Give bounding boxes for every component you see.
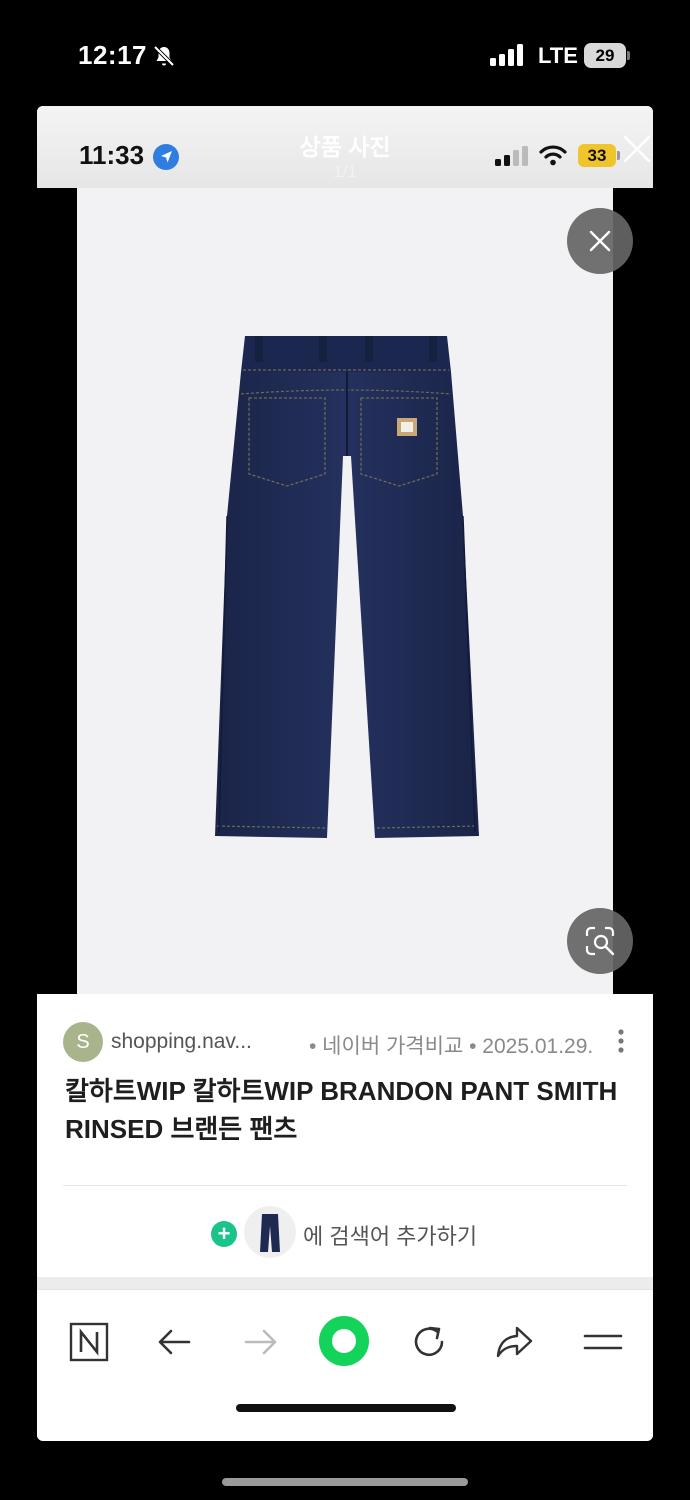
product-thumbnail [244, 1206, 296, 1258]
divider [63, 1185, 627, 1186]
product-image-viewer [37, 188, 653, 994]
close-icon[interactable] [622, 134, 652, 164]
close-icon [589, 230, 611, 252]
add-to-search-label: 에 검색어 추가하기 [303, 1224, 478, 1249]
battery-icon: 29 [584, 43, 630, 68]
viewer-header: 11:33 상품 사진 1/1 33 [37, 106, 653, 188]
signal-icon [495, 146, 528, 166]
battery-level: 29 [584, 43, 626, 68]
outer-status-bar: 12:17 LTE 29 [0, 0, 690, 106]
source-domain[interactable]: shopping.nav... [111, 1030, 252, 1054]
reload-icon[interactable] [407, 1320, 451, 1364]
home-indicator [236, 1404, 456, 1412]
source-favicon: S [63, 1022, 103, 1062]
photo-close-button[interactable] [567, 208, 633, 274]
bell-off-icon [153, 45, 175, 67]
plus-icon: + [211, 1221, 237, 1247]
source-meta: • 네이버 가격비교 • 2025.01.29. [309, 1035, 594, 1058]
green-home-icon[interactable] [319, 1316, 369, 1366]
battery-level: 33 [578, 144, 616, 167]
network-type: LTE [538, 43, 578, 68]
menu-icon[interactable] [581, 1320, 625, 1364]
section-separator [37, 1277, 653, 1289]
battery-icon: 33 [578, 144, 620, 167]
naver-n-icon[interactable] [67, 1320, 111, 1364]
outer-status-time: 12:17 [78, 40, 147, 70]
forward-arrow-icon[interactable] [238, 1320, 282, 1364]
signal-icon [490, 44, 523, 66]
back-arrow-icon[interactable] [153, 1320, 197, 1364]
jeans-photo [215, 336, 479, 838]
share-icon[interactable] [493, 1320, 537, 1364]
wifi-icon [539, 145, 567, 166]
screenshot-card: 11:33 상품 사진 1/1 33 S shopping.nav... • 네… [37, 106, 653, 1441]
visual-search-button[interactable] [567, 908, 633, 974]
add-to-search-button[interactable]: + 에 검색어 추가하기 [37, 1202, 653, 1266]
more-vertical-icon[interactable] [617, 1028, 625, 1054]
browser-toolbar [37, 1289, 653, 1439]
visual-search-icon [585, 926, 615, 956]
result-source[interactable]: S shopping.nav... • 네이버 가격비교 • 2025.01.2… [63, 1022, 633, 1062]
product-image[interactable] [77, 188, 613, 994]
product-title[interactable]: 칼하트WIP 칼하트WIP BRANDON PANT SMITH RINSED … [65, 1072, 625, 1148]
home-indicator [222, 1478, 468, 1486]
